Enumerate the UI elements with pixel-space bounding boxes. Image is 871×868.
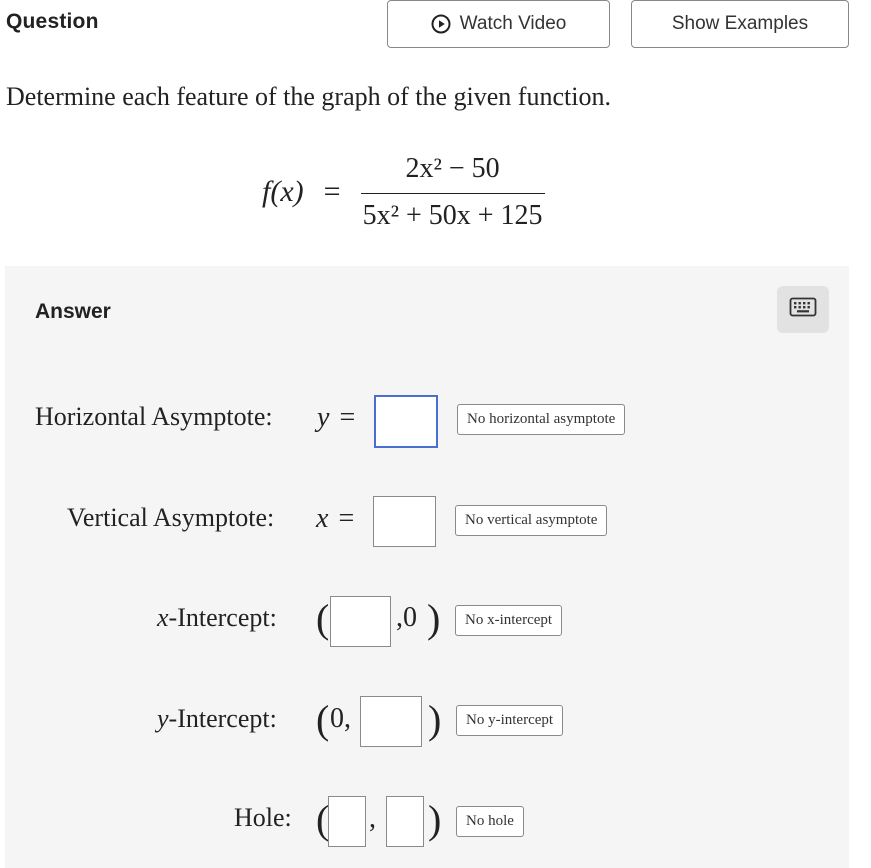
watch-video-label: Watch Video bbox=[459, 13, 567, 34]
answer-label: Answer bbox=[35, 300, 111, 323]
y-intercept-y-input[interactable] bbox=[360, 696, 422, 747]
function-lhs: f(x) bbox=[262, 175, 304, 208]
question-prompt: Determine each feature of the graph of t… bbox=[6, 82, 611, 111]
x-intercept-fixed-value: 0 bbox=[403, 602, 417, 633]
hole-comma: , bbox=[369, 803, 376, 834]
x-intercept-x-input[interactable] bbox=[330, 596, 391, 647]
no-hole-button[interactable]: No hole bbox=[456, 806, 524, 837]
hole-y-input[interactable] bbox=[386, 796, 424, 847]
function-fraction: 2x² − 50 5x² + 50x + 125 bbox=[360, 152, 545, 232]
x-intercept-var: x bbox=[157, 603, 169, 632]
horizontal-asymptote-var: y bbox=[317, 402, 330, 433]
keyboard-button[interactable] bbox=[777, 286, 829, 333]
horizontal-asymptote-input[interactable] bbox=[374, 395, 438, 448]
vertical-asymptote-label: Vertical Asymptote: bbox=[67, 503, 275, 532]
x-intercept-fixed: ,0 bbox=[396, 602, 417, 633]
show-examples-button[interactable]: Show Examples bbox=[631, 0, 849, 48]
hole-close-paren: ) bbox=[428, 797, 442, 842]
y-intercept-close-paren: ) bbox=[428, 697, 442, 742]
question-title: Question bbox=[6, 10, 99, 33]
y-intercept-var: y bbox=[157, 704, 169, 733]
vertical-asymptote-var: x bbox=[316, 503, 329, 534]
y-intercept-label: y-Intercept: bbox=[157, 704, 277, 734]
function-formula: f(x) = 2x² − 50 5x² + 50x + 125 bbox=[262, 152, 545, 232]
vertical-asymptote-equation: x = bbox=[316, 503, 355, 534]
x-intercept-label: x-Intercept: bbox=[157, 603, 277, 633]
horizontal-asymptote-equation: y = bbox=[317, 402, 356, 433]
x-intercept-open-paren: ( bbox=[316, 596, 330, 641]
function-numerator: 2x² − 50 bbox=[405, 152, 500, 184]
watch-video-button[interactable]: Watch Video bbox=[387, 0, 610, 48]
answer-panel bbox=[5, 266, 849, 868]
y-intercept-fixed-value: 0 bbox=[330, 703, 344, 734]
x-intercept-label-text: -Intercept: bbox=[168, 603, 277, 632]
no-horizontal-asymptote-button[interactable]: No horizontal asymptote bbox=[457, 404, 626, 435]
equals-sign: = bbox=[323, 175, 341, 208]
no-vertical-asymptote-button[interactable]: No vertical asymptote bbox=[455, 505, 608, 536]
keyboard-icon bbox=[789, 297, 817, 322]
y-intercept-label-text: -Intercept: bbox=[168, 704, 277, 733]
play-circle-icon bbox=[431, 14, 451, 34]
function-denominator: 5x² + 50x + 125 bbox=[360, 192, 545, 232]
no-x-intercept-button[interactable]: No x-intercept bbox=[455, 605, 563, 636]
hole-label: Hole: bbox=[234, 803, 292, 832]
y-intercept-fixed: 0, bbox=[330, 703, 351, 734]
no-y-intercept-button[interactable]: No y-intercept bbox=[456, 705, 564, 736]
y-intercept-open-paren: ( bbox=[316, 697, 330, 742]
vertical-asymptote-input[interactable] bbox=[373, 496, 436, 547]
horizontal-asymptote-label: Horizontal Asymptote: bbox=[35, 402, 273, 431]
x-intercept-close-paren: ) bbox=[427, 596, 441, 641]
hole-x-input[interactable] bbox=[328, 796, 366, 847]
